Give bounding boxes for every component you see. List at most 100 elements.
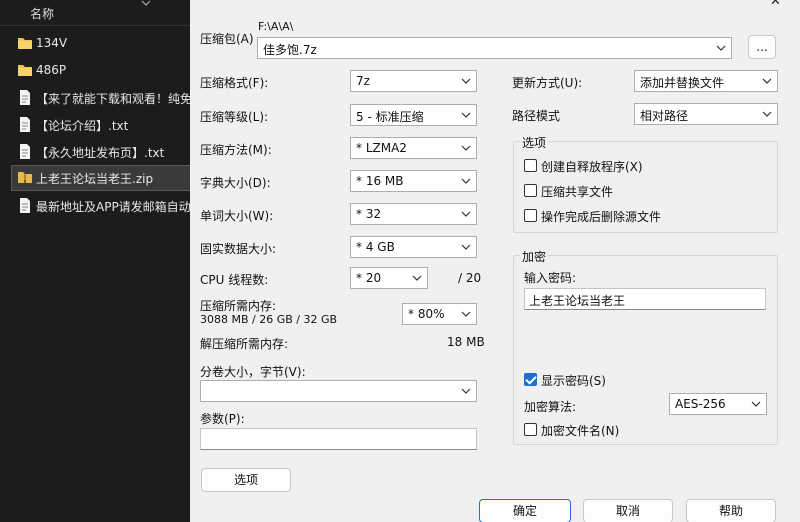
method-value: * LZMA2 (356, 141, 407, 155)
cpu-select[interactable]: * 20 (350, 267, 428, 289)
text-file-icon (20, 198, 30, 213)
solid-select[interactable]: * 4 GB (350, 236, 477, 258)
column-header[interactable]: 名称 (0, 0, 190, 26)
password-input[interactable]: 上老王论坛当老王 (524, 288, 766, 310)
name-column-label: 名称 (30, 7, 55, 21)
cpu-label: CPU 线程数: (200, 273, 269, 287)
dict-label: 字典大小(D): (200, 176, 271, 190)
folder-icon (18, 38, 32, 49)
archive-name-value: 佳多饱.7z (263, 43, 317, 57)
options-group-title: 选项 (520, 134, 549, 151)
text-file-icon (20, 117, 30, 132)
params-label: 参数(P): (200, 412, 245, 426)
level-value: 5 - 标准压缩 (356, 110, 424, 124)
chevron-down-icon (762, 78, 772, 84)
chevron-down-icon (461, 178, 471, 184)
checkbox-label: 操作完成后删除源文件 (541, 210, 662, 224)
chevron-down-icon (412, 275, 422, 281)
options-button[interactable]: 选项 (201, 468, 291, 492)
chevron-down-icon (762, 111, 772, 117)
method-label: 压缩方法(M): (200, 143, 272, 157)
archive-name-combo[interactable]: 佳多饱.7z (257, 37, 732, 59)
cancel-button[interactable]: 取消 (583, 499, 673, 522)
archive-path: F:\A\A\ (258, 20, 294, 33)
path-mode-label: 路径模式 (512, 109, 561, 123)
checkbox-box (524, 209, 537, 222)
mem-label: 压缩所需内存: (200, 299, 277, 313)
update-select[interactable]: 添加并替换文件 (634, 70, 778, 92)
word-select[interactable]: * 32 (350, 203, 477, 225)
format-label: 压缩格式(F): (200, 76, 269, 90)
chevron-down-icon (716, 45, 726, 51)
mem-select[interactable]: * 80% (402, 303, 477, 325)
password-label: 输入密码: (524, 271, 577, 285)
password-value: 上老王论坛当老王 (529, 294, 626, 308)
file-row-zip-selected[interactable]: 上老王论坛当老王.zip (11, 165, 191, 191)
file-row-free[interactable]: 【来了就能下载和观看！纯免费 (12, 86, 190, 110)
checkbox-label: 创建自释放程序(X) (541, 160, 643, 174)
format-value: 7z (356, 74, 370, 88)
checkbox-label: 显示密码(S) (541, 374, 606, 388)
file-row-forum-intro[interactable]: 【论坛介绍】.txt (12, 113, 190, 137)
file-name: 【永久地址发布页】.txt (36, 146, 165, 160)
zip-icon (18, 172, 32, 183)
ok-button[interactable]: 确定 (479, 499, 571, 522)
file-row-134v[interactable]: 134V (12, 32, 190, 56)
file-row-486p[interactable]: 486P (12, 59, 190, 83)
file-name: 最新地址及APP请发邮箱自动获取 (36, 200, 190, 214)
solid-label: 固实数据大小: (200, 242, 277, 256)
file-name: 486P (36, 63, 67, 77)
split-combo[interactable] (200, 380, 477, 402)
file-name: 134V (36, 36, 68, 50)
path-mode-select[interactable]: 相对路径 (634, 103, 778, 125)
solid-value: * 4 GB (356, 240, 395, 254)
chevron-down-icon (461, 112, 471, 118)
chevron-down-icon (461, 145, 471, 151)
cpu-value: * 20 (356, 271, 382, 285)
enc-method-value: AES-256 (675, 397, 726, 411)
enc-method-select[interactable]: AES-256 (669, 393, 767, 415)
options-group: 选项 创建自释放程序(X) 压缩共享文件 操作完成后删除源文件 (513, 134, 778, 233)
word-label: 单词大小(W): (200, 209, 274, 223)
params-input[interactable] (200, 428, 477, 450)
decomp-label: 解压缩所需内存: (200, 337, 289, 351)
checkbox-box (524, 159, 537, 172)
chevron-down-icon (461, 388, 471, 394)
close-icon[interactable]: ✕ (770, 0, 781, 9)
checkbox-box (524, 423, 537, 436)
dict-select[interactable]: * 16 MB (350, 170, 477, 192)
level-label: 压缩等级(L): (200, 110, 269, 124)
file-row-permanent-address[interactable]: 【永久地址发布页】.txt (12, 140, 190, 164)
file-explorer: 名称 134V 486P 【来了就能下载和观看！纯免费 【论坛介绍】.txt 【… (0, 0, 191, 522)
method-select[interactable]: * LZMA2 (350, 137, 477, 159)
chevron-down-icon (751, 401, 761, 407)
add-to-archive-dialog: ✕ 压缩包(A) F:\A\A\ 佳多饱.7z ... 压缩格式(F): 7z … (190, 0, 800, 522)
chevron-down-icon (461, 211, 471, 217)
text-file-icon (20, 90, 30, 105)
update-value: 添加并替换文件 (640, 76, 725, 90)
split-label: 分卷大小，字节(V): (200, 365, 306, 379)
cpu-total: / 20 (458, 271, 482, 285)
file-name: 【来了就能下载和观看！纯免费 (36, 92, 190, 106)
update-label: 更新方式(U): (512, 76, 583, 90)
mem-detail: 3088 MB / 26 GB / 32 GB (200, 313, 338, 326)
help-button[interactable]: 帮助 (686, 499, 776, 522)
file-row-latest-address[interactable]: 最新地址及APP请发邮箱自动获取 (12, 194, 190, 218)
encryption-group-title: 加密 (520, 248, 549, 265)
encryption-group: 加密 输入密码: 上老王论坛当老王 显示密码(S) 加密算法: AES-256 … (513, 248, 778, 445)
chevron-down-icon (461, 78, 471, 84)
folder-icon (18, 65, 32, 76)
checkbox-label: 压缩共享文件 (541, 185, 614, 199)
level-select[interactable]: 5 - 标准压缩 (350, 104, 477, 126)
dict-value: * 16 MB (356, 174, 404, 188)
chevron-down-icon (461, 311, 471, 317)
checkbox-label: 加密文件名(N) (541, 424, 620, 438)
chevron-down-icon (461, 244, 471, 250)
path-mode-value: 相对路径 (640, 109, 689, 123)
word-value: * 32 (356, 207, 382, 221)
text-file-icon (20, 144, 30, 159)
browse-button[interactable]: ... (748, 35, 776, 59)
mem-value: * 80% (408, 307, 445, 321)
format-select[interactable]: 7z (350, 70, 477, 92)
checkbox-box-checked (524, 373, 537, 386)
